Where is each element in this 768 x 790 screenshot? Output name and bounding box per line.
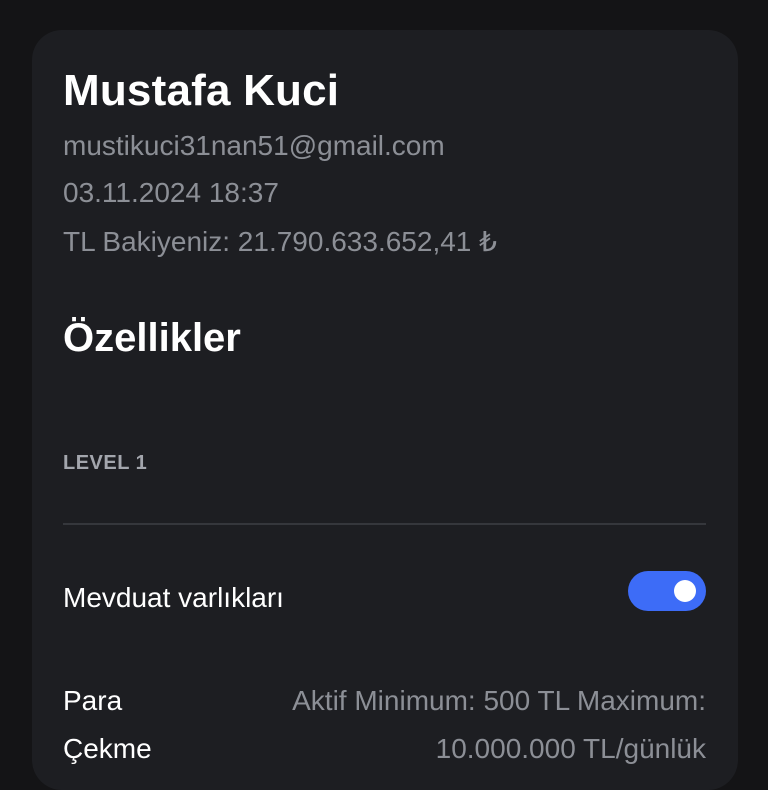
withdraw-limits-line2: 10.000.000 TL/günlük: [435, 733, 706, 764]
level-label: LEVEL 1: [63, 452, 148, 474]
divider: [63, 523, 706, 525]
withdraw-label-line2: Çekme: [63, 733, 152, 764]
withdraw-label-line1: Para: [63, 685, 123, 716]
user-email: mustikuci31nan51@gmail.com: [63, 130, 445, 161]
withdraw-label: Para Çekme: [63, 677, 152, 773]
profile-card: Mustafa Kuci mustikuci31nan51@gmail.com …: [32, 30, 738, 790]
deposit-assets-label: Mevduat varlıkları: [63, 582, 284, 613]
withdraw-limits-line1: Aktif Minimum: 500 TL Maximum:: [292, 685, 706, 716]
deposit-assets-toggle[interactable]: [628, 571, 706, 611]
features-title: Özellikler: [63, 316, 241, 360]
login-datetime: 03.11.2024 18:37: [63, 177, 279, 208]
tl-balance: TL Bakiyeniz: 21.790.633.652,41 ₺: [63, 226, 497, 257]
withdraw-limits: Aktif Minimum: 500 TL Maximum: 10.000.00…: [206, 677, 706, 773]
user-name: Mustafa Kuci: [63, 66, 340, 115]
toggle-knob: [674, 580, 696, 602]
